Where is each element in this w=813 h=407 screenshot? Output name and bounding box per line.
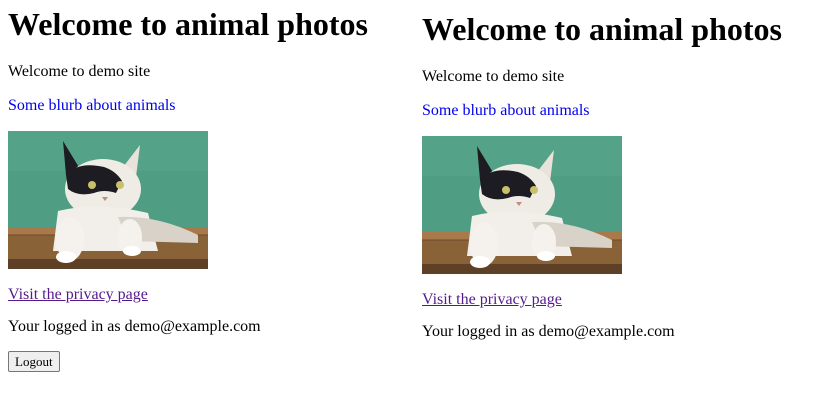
blurb-text: Some blurb about animals xyxy=(8,97,176,114)
intro-text: Welcome to demo site xyxy=(8,63,151,80)
panel-right: Welcome to animal photos Welcome to demo… xyxy=(422,0,782,341)
logged-in-text: Your logged in as demo@example.com xyxy=(8,318,261,335)
page-title: Welcome to animal photos xyxy=(8,6,368,42)
page-title: Welcome to animal photos xyxy=(422,11,782,47)
cat-photo xyxy=(422,136,622,274)
privacy-link[interactable]: Visit the privacy page xyxy=(422,290,782,309)
logged-in-text: Your logged in as demo@example.com xyxy=(422,323,675,340)
intro-text: Welcome to demo site xyxy=(422,68,565,85)
cat-photo xyxy=(8,131,208,269)
privacy-link[interactable]: Visit the privacy page xyxy=(8,285,368,304)
logout-button[interactable]: Logout xyxy=(8,351,60,372)
panel-left: Welcome to animal photos Welcome to demo… xyxy=(8,0,368,372)
blurb-text: Some blurb about animals xyxy=(422,102,590,119)
